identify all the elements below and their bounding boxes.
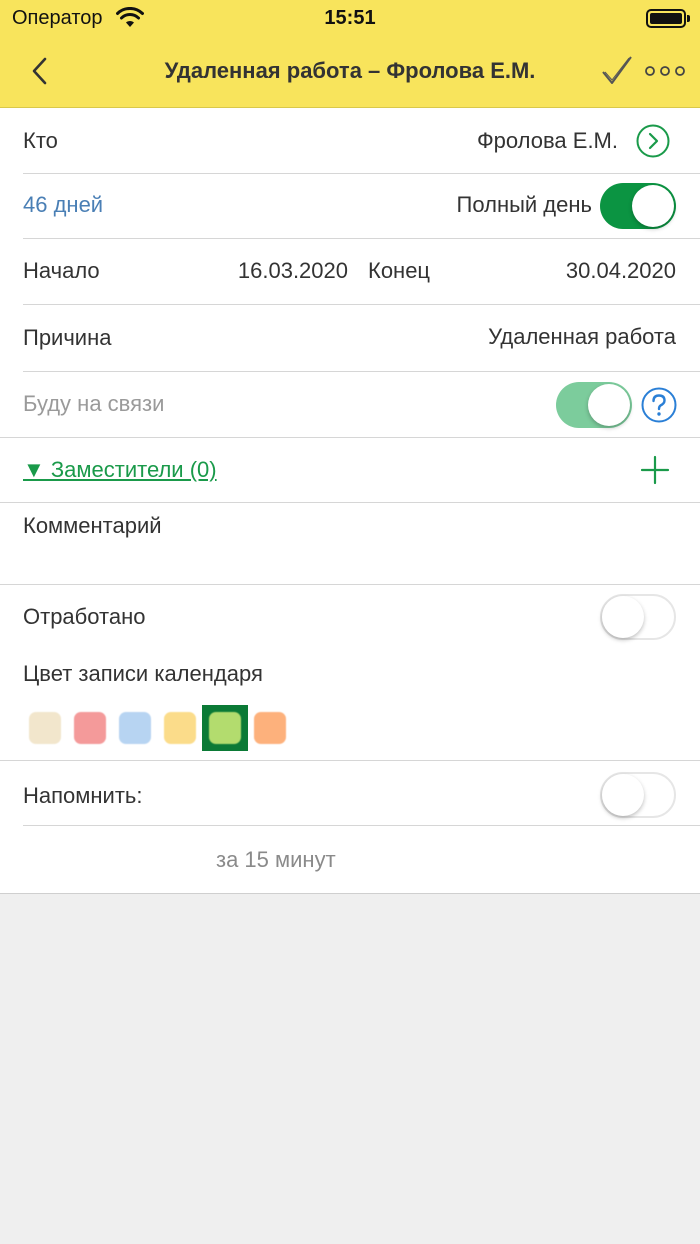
more-icon[interactable]	[644, 62, 686, 80]
color-swatch[interactable]	[209, 712, 241, 744]
back-chevron-icon[interactable]	[28, 56, 52, 86]
full-day-label: Полный день	[456, 192, 592, 217]
worked-label: Отработано	[23, 604, 146, 629]
help-icon[interactable]	[641, 387, 677, 423]
full-day-toggle[interactable]	[600, 183, 676, 229]
days-count: 46 дней	[23, 192, 104, 217]
end-date[interactable]: 30.04.2020	[566, 258, 676, 284]
start-label: Начало	[23, 258, 100, 283]
start-date[interactable]: 16.03.2020	[238, 258, 348, 284]
who-value[interactable]: Фролова Е.М.	[477, 128, 618, 154]
battery-icon	[646, 9, 690, 28]
reachable-toggle[interactable]	[556, 382, 632, 428]
remind-toggle[interactable]	[600, 772, 676, 818]
color-swatch[interactable]	[254, 712, 286, 744]
color-swatch[interactable]	[29, 712, 61, 744]
check-icon[interactable]	[600, 54, 634, 88]
color-swatch[interactable]	[164, 712, 196, 744]
reason-label: Причина	[23, 325, 112, 350]
remind-time[interactable]: за 15 минут	[216, 847, 336, 873]
comment-field[interactable]: Комментарий	[23, 513, 162, 539]
clock: 15:51	[324, 7, 376, 29]
color-swatch[interactable]	[74, 712, 106, 744]
reason-value[interactable]: Удаленная работа	[488, 324, 676, 350]
who-label: Кто	[23, 128, 58, 153]
top-bar: Оператор 15:51 Удаленная работа – Фролов…	[0, 0, 700, 108]
worked-toggle[interactable]	[600, 594, 676, 640]
status-bar: Оператор 15:51	[0, 0, 700, 40]
deputies-link[interactable]: ▼ Заместители (0)	[23, 457, 217, 483]
page-title: Удаленная работа – Фролова Е.М.	[164, 58, 536, 83]
calendar-color-label: Цвет записи календаря	[23, 661, 263, 686]
add-deputy-icon[interactable]	[640, 455, 670, 485]
open-person-icon[interactable]	[636, 124, 670, 158]
end-label: Конец	[368, 258, 431, 283]
reachable-label: Буду на связи	[23, 391, 165, 416]
absence-form: Кто Фролова Е.М. 46 дней Полный день Нач…	[0, 108, 700, 894]
remind-label: Напомнить:	[23, 783, 143, 808]
color-swatch[interactable]	[119, 712, 151, 744]
